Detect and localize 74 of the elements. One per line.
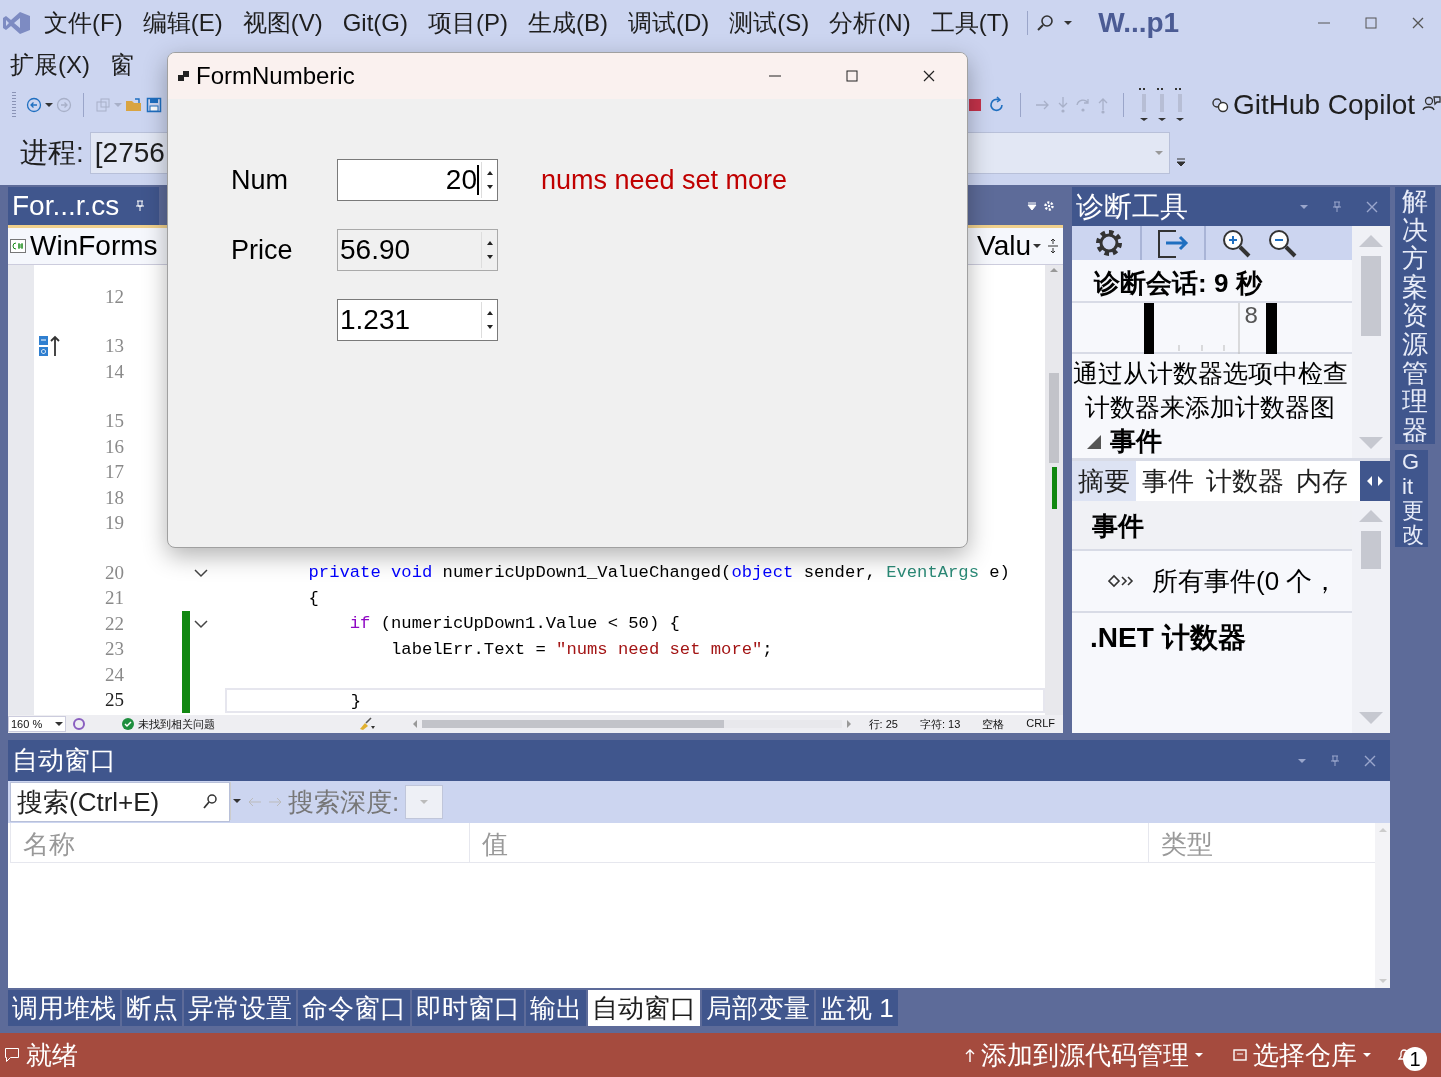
char-indicator[interactable]: 字符: 13 — [919, 716, 961, 732]
window-title: FormNumberic — [196, 62, 355, 90]
copilot-button[interactable]: GitHub Copilot — [1210, 89, 1415, 121]
notification-badge: 1 — [1403, 1047, 1427, 1071]
number-field[interactable]: 56.90 — [337, 229, 498, 271]
line-number: 21 — [104, 587, 124, 610]
line-ending-indicator[interactable]: CRLF — [1026, 716, 1055, 732]
menu-item[interactable]: 扩展(X) — [0, 49, 100, 81]
line-indicator[interactable]: 行: 25 — [868, 716, 898, 732]
tab[interactable]: 监视 1 — [816, 990, 898, 1026]
menu-item[interactable]: 视图(V) — [232, 6, 333, 39]
side-tab[interactable]: 解决方案资源管理器 — [1395, 187, 1435, 445]
line-number: 25 — [104, 689, 124, 712]
line-number: 17 — [104, 461, 124, 484]
editor-tab[interactable]: For...r.cs — [8, 187, 160, 225]
menu-item[interactable]: 调试(D) — [618, 6, 720, 39]
side-tab[interactable]: Git 更改 — [1395, 450, 1428, 548]
code-line: if (numericUpDown1.Value < 50) { — [348, 613, 681, 635]
panel-title: 诊断工具 — [1076, 189, 1188, 224]
error-message: nums need set more — [540, 164, 789, 196]
tab[interactable]: 调用堆栈 — [8, 990, 120, 1026]
tab[interactable]: 输出 — [526, 990, 586, 1026]
field-label: Price — [231, 234, 294, 266]
search-field[interactable]: 搜索(Ctrl+E) — [10, 782, 230, 822]
line-number: 18 — [104, 486, 124, 509]
spacing-indicator[interactable]: 空格 — [982, 716, 1005, 732]
section-heading: 事件 — [1110, 425, 1162, 458]
solution-title: W...p1 — [1098, 6, 1180, 39]
line-number: 15 — [104, 410, 124, 433]
code-line: { — [307, 587, 320, 610]
menu-item[interactable]: 分析(N) — [819, 6, 921, 39]
menu-item[interactable]: 文件(F) — [34, 6, 133, 39]
menu-item[interactable]: 生成(B) — [518, 6, 618, 39]
hint-text: 通过从计数器选项中检查计数器来添加计数器图 — [1072, 358, 1348, 423]
line-number: 22 — [104, 612, 124, 635]
depth-label: 搜索深度: — [288, 785, 400, 819]
issues-status: 未找到相关问题 — [138, 716, 215, 732]
menu-item[interactable]: 测试(S) — [719, 6, 820, 39]
field-label: Num — [231, 164, 289, 196]
tab[interactable]: 命令窗口 — [298, 990, 410, 1026]
line-number: 14 — [104, 360, 124, 383]
event-row[interactable]: 所有事件(0 个， — [1152, 563, 1339, 599]
tab[interactable]: 局部变量 — [702, 990, 814, 1026]
tab[interactable]: 即时窗口 — [412, 990, 524, 1026]
menu-item[interactable]: 编辑(E) — [132, 6, 233, 39]
number-field[interactable]: 20 — [337, 159, 498, 201]
menu-item[interactable]: 项目(P) — [418, 6, 518, 39]
tab[interactable]: 异常设置 — [184, 990, 296, 1026]
line-number: 23 — [104, 638, 124, 661]
menu-item[interactable]: 窗 — [100, 49, 144, 81]
section-header: .NET 计数器 — [1089, 621, 1247, 655]
number-field[interactable]: 1.231 — [337, 299, 498, 341]
repository-button[interactable]: 选择仓库 — [1227, 1036, 1377, 1074]
panel-title: 自动窗口 — [12, 744, 116, 777]
line-number: 12 — [104, 285, 124, 308]
menu-item[interactable]: Git(G) — [332, 8, 418, 37]
line-number: 20 — [104, 561, 124, 584]
tab[interactable]: 摘要 — [1072, 461, 1136, 501]
process-label: 进程: — [20, 136, 84, 170]
section-header: 事件 — [1072, 501, 1352, 551]
code-line: labelErr.Text = "nums need set more"; — [390, 638, 774, 661]
project-dropdown[interactable]: WinForms — [8, 230, 158, 262]
line-number: 16 — [104, 435, 124, 458]
line-number: 19 — [104, 512, 124, 535]
line-number: 13 — [104, 335, 124, 358]
code-line: private void numericUpDown1_ValueChanged(object sender, EventArgs e) — [307, 562, 1011, 584]
source-control-button[interactable]: 添加到源代码管理 — [959, 1036, 1209, 1074]
zoom-dropdown[interactable]: 160 % — [8, 716, 66, 732]
status-text: 就绪 — [26, 1038, 78, 1072]
tab[interactable]: 断点 — [122, 990, 182, 1026]
timeline-label: 8 — [1244, 303, 1259, 330]
line-number: 24 — [104, 663, 124, 686]
menu-item[interactable]: 工具(T) — [920, 6, 1020, 39]
tab[interactable]: 自动窗口 — [588, 990, 700, 1026]
